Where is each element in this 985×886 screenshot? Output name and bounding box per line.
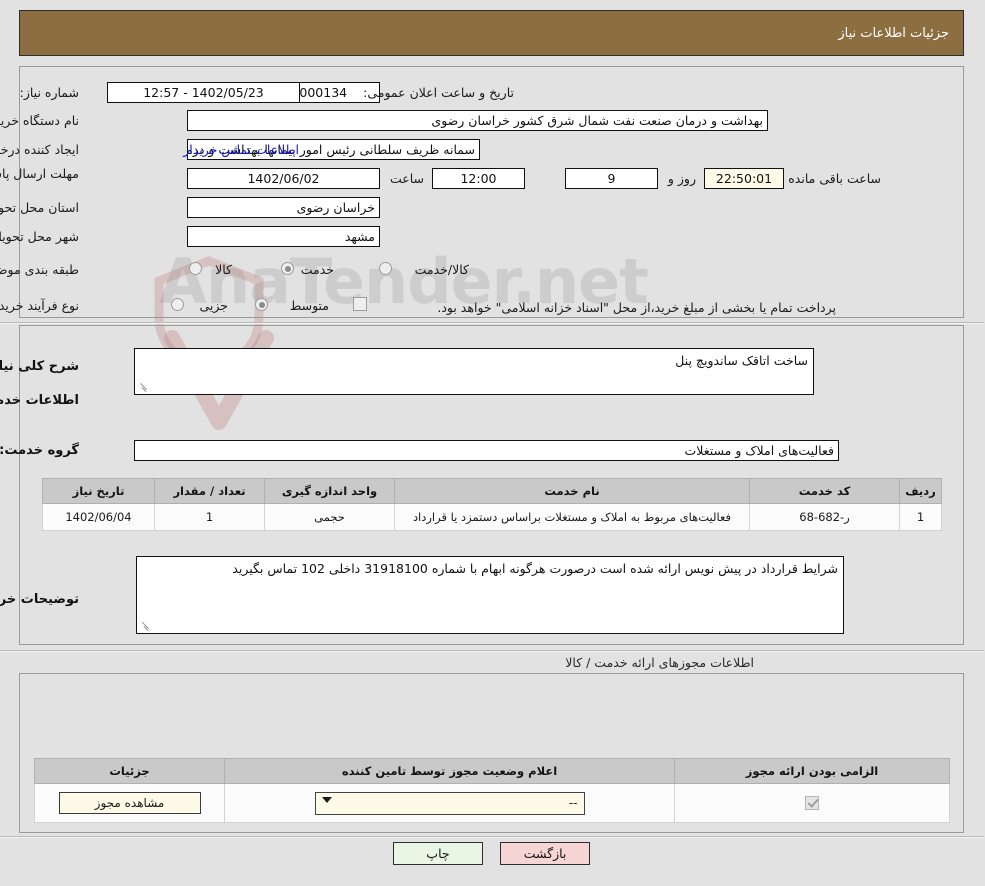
- deadline-label: مهلت ارسال پاسخ: تا تاریخ:: [0, 166, 80, 181]
- city-value[interactable]: مشهد: [188, 226, 381, 247]
- cell-license-required: [676, 784, 951, 823]
- days-word-label: روز و: [669, 171, 697, 186]
- buyer-org-label: نام دستگاه خریدار:: [0, 113, 80, 128]
- general-desc-label: شرح کلی نیاز:: [0, 359, 80, 374]
- requester-label: ایجاد کننده درخواست:: [0, 142, 80, 157]
- hour-word-label: ساعت: [391, 171, 425, 186]
- col-service-name: نام خدمت: [396, 479, 751, 504]
- col-need-date: تاریخ نیاز: [44, 479, 156, 504]
- license-status-value: --: [570, 796, 579, 810]
- province-label: استان محل تحویل:: [0, 200, 80, 215]
- radio-process-motavaset[interactable]: [256, 298, 269, 311]
- resize-grip-icon[interactable]: [138, 381, 150, 393]
- radio-category-khedmat[interactable]: [282, 262, 295, 275]
- remaining-word-label: ساعت باقی مانده: [789, 171, 882, 186]
- process-label: نوع فرآیند خرید :: [0, 298, 80, 313]
- cell-row: 1: [901, 504, 943, 531]
- radio-process-jozi[interactable]: [172, 298, 185, 311]
- chevron-down-icon: [323, 797, 333, 803]
- announce-datetime-label: تاریخ و ساعت اعلان عمومی:: [364, 85, 515, 100]
- buyer-contact-link[interactable]: اطلاعات تماس خریدار: [184, 142, 300, 157]
- divider-mid: [0, 650, 985, 652]
- need-services-table: ردیف کد خدمت نام خدمت واحد اندازه گیری ت…: [43, 478, 943, 531]
- category-label: طبقه بندی موضوعی:: [0, 262, 80, 277]
- need-number-label: شماره نیاز:: [21, 85, 80, 100]
- back-button[interactable]: بازگشت: [501, 842, 591, 865]
- radio-process-motavaset-label[interactable]: متوسط: [291, 298, 330, 313]
- city-label: شهر محل تحویل:: [0, 229, 80, 244]
- radio-category-kala-khedmat[interactable]: [380, 262, 393, 275]
- general-desc-value[interactable]: ساخت اتاقک ساندویچ پنل: [135, 348, 815, 395]
- col-unit: واحد اندازه گیری: [266, 479, 396, 504]
- license-required-checkbox: [806, 796, 820, 810]
- radio-category-kala[interactable]: [190, 262, 203, 275]
- treasury-note-text: پرداخت تمام یا بخشی از مبلغ خرید،از محل …: [438, 300, 837, 315]
- cell-service-code: ر-682-68: [751, 504, 901, 531]
- table-header-row: ردیف کد خدمت نام خدمت واحد اندازه گیری ت…: [44, 479, 943, 504]
- licenses-section-heading: اطلاعات مجوزهای ارائه خدمت / کالا: [566, 655, 755, 670]
- divider-bottom: [0, 836, 985, 838]
- buyer-notes-value[interactable]: شرایط قرارداد در پیش نویس ارائه شده است …: [137, 556, 845, 634]
- resize-grip-icon-notes[interactable]: [140, 620, 152, 632]
- license-row: -- مشاهده مجوز: [36, 784, 951, 823]
- col-quantity: تعداد / مقدار: [156, 479, 266, 504]
- cell-license-details: مشاهده مجوز: [36, 784, 226, 823]
- treasury-docs-checkbox[interactable]: [354, 297, 368, 311]
- radio-process-jozi-label[interactable]: جزیی: [200, 298, 229, 313]
- countdown-timer: 22:50:01: [705, 168, 785, 189]
- divider-top: [0, 322, 985, 324]
- deadline-time-value[interactable]: 12:00: [433, 168, 526, 189]
- cell-quantity: 1: [156, 504, 266, 531]
- table-row: 1 ر-682-68 فعالیت‌های مربوط به املاک و م…: [44, 504, 943, 531]
- print-button[interactable]: چاپ: [394, 842, 484, 865]
- cell-license-status: --: [226, 784, 676, 823]
- service-group-value[interactable]: فعالیت‌های املاک و مستغلات: [135, 440, 840, 461]
- deadline-date-value[interactable]: 1402/06/02: [188, 168, 381, 189]
- cell-unit: حجمی: [266, 504, 396, 531]
- buyer-notes-text: شرایط قرارداد در پیش نویس ارائه شده است …: [233, 561, 839, 576]
- province-value[interactable]: خراسان رضوی: [188, 197, 381, 218]
- page-title: جزئیات اطلاعات نیاز: [839, 26, 950, 41]
- announce-datetime-value[interactable]: 1402/05/23 - 12:57: [108, 82, 301, 103]
- cell-need-date: 1402/06/04: [44, 504, 156, 531]
- service-group-label: گروه خدمت:: [0, 443, 80, 458]
- deadline-label-text: مهلت ارسال پاسخ: تا تاریخ:: [0, 166, 80, 181]
- license-header-row: الزامی بودن ارائه مجوز اعلام وضعیت مجوز …: [36, 759, 951, 784]
- license-status-select[interactable]: --: [316, 792, 586, 815]
- buyer-org-value[interactable]: بهداشت و درمان صنعت نفت شمال شرق کشور خر…: [188, 110, 769, 131]
- radio-category-khedmat-label[interactable]: خدمت: [302, 262, 335, 277]
- col-row: ردیف: [901, 479, 943, 504]
- footer-button-bar: بازگشت چاپ: [0, 842, 985, 865]
- need-info-panel: [20, 66, 965, 318]
- col-license-details: جزئیات: [36, 759, 226, 784]
- radio-category-kala-khedmat-label[interactable]: کالا/خدمت: [416, 262, 470, 277]
- col-license-status: اعلام وضعیت مجوز توسط تامین کننده: [226, 759, 676, 784]
- col-service-code: کد خدمت: [751, 479, 901, 504]
- buyer-notes-label: توضیحات خریدار:: [0, 592, 80, 607]
- cell-service-name: فعالیت‌های مربوط به املاک و مستغلات براس…: [396, 504, 751, 531]
- col-license-required: الزامی بودن ارائه مجوز: [676, 759, 951, 784]
- page-root: AnaTender.net جزئیات اطلاعات نیاز شماره …: [0, 0, 985, 886]
- radio-category-kala-label[interactable]: کالا: [216, 262, 233, 277]
- services-info-heading: اطلاعات خدمات مورد نیاز: [0, 393, 80, 408]
- view-license-button[interactable]: مشاهده مجوز: [60, 792, 202, 814]
- days-remaining-value[interactable]: 9: [566, 168, 659, 189]
- general-desc-text: ساخت اتاقک ساندویچ پنل: [676, 353, 809, 368]
- page-title-bar: جزئیات اطلاعات نیاز: [20, 10, 965, 56]
- licenses-table: الزامی بودن ارائه مجوز اعلام وضعیت مجوز …: [35, 758, 951, 823]
